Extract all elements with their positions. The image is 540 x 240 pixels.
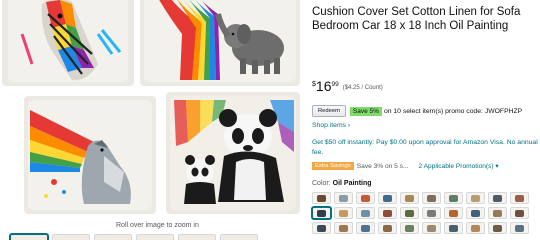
coupon-text: on 10 select item(s) promo code: JWOFPHZ…: [383, 107, 523, 115]
thumbnail[interactable]: [178, 234, 216, 240]
color-swatch[interactable]: [356, 207, 375, 219]
swatch-thumbnail: [317, 225, 326, 232]
swatch-thumbnail: [449, 210, 458, 217]
swatch-thumbnail: [339, 195, 348, 202]
color-swatch[interactable]: [444, 207, 463, 219]
color-swatch[interactable]: [510, 207, 529, 219]
color-swatch[interactable]: [378, 192, 397, 204]
product-title: Theme Outdoor Pillow Cover Ocean Animal …: [312, 0, 534, 32]
swatch-thumbnail: [493, 210, 502, 217]
swatch-thumbnail: [405, 225, 414, 232]
color-swatch[interactable]: [312, 207, 331, 219]
color-swatch[interactable]: [510, 192, 529, 204]
color-swatch[interactable]: [488, 192, 507, 204]
promotion-row: Extra Savings Save 3% on 5 s... 2 Applic…: [312, 162, 499, 170]
color-swatch[interactable]: [400, 192, 419, 204]
howling-wolf-pillow-image[interactable]: [24, 96, 156, 214]
applicable-promotions-link[interactable]: 2 Applicable Promotion(s) ▾: [418, 162, 498, 170]
coupon-row: Redeem Save 5% on 10 select item(s) prom…: [312, 105, 522, 117]
swatch-thumbnail: [449, 195, 458, 202]
product-info-panel: Theme Outdoor Pillow Cover Ocean Animal …: [308, 0, 540, 240]
swatch-thumbnail: [493, 225, 502, 232]
promotion-description: Save 3% on 5 s...: [356, 162, 409, 170]
price-per-count: ($4.25 / Count): [342, 85, 383, 91]
thumbnail[interactable]: [220, 234, 258, 240]
swatch-thumbnail: [383, 225, 392, 232]
visa-offer-link[interactable]: Get $50 off instantly: Pay $0.00 upon ap…: [312, 138, 538, 157]
swatch-thumbnail: [471, 210, 480, 217]
redeem-button[interactable]: Redeem: [312, 105, 346, 117]
swatch-thumbnail: [361, 225, 370, 232]
swatch-thumbnail: [515, 210, 524, 217]
thumbnail[interactable]: [94, 234, 132, 240]
color-swatch[interactable]: [312, 192, 331, 204]
color-label: Color:: [312, 180, 331, 187]
swatch-thumbnail: [405, 210, 414, 217]
color-swatch[interactable]: [466, 192, 485, 204]
swatch-thumbnail: [515, 195, 524, 202]
thumbnail[interactable]: [52, 234, 90, 240]
swatch-thumbnail: [515, 225, 524, 232]
color-swatch[interactable]: [312, 222, 331, 234]
color-swatch[interactable]: [356, 192, 375, 204]
color-swatch[interactable]: [444, 192, 463, 204]
price-fraction: 99: [331, 81, 339, 88]
zoom-hint-text: Roll over image to zoom in: [116, 222, 199, 229]
thumbnail-strip: [10, 234, 300, 240]
color-swatch[interactable]: [444, 222, 463, 234]
price-whole: 16: [315, 78, 332, 94]
price-block: $ 16 99 ($4.25 / Count): [312, 79, 383, 93]
color-value: Oil Painting: [332, 180, 372, 187]
color-swatch[interactable]: [466, 207, 485, 219]
swatch-thumbnail: [361, 195, 370, 202]
swatch-thumbnail: [383, 195, 392, 202]
shop-items-link[interactable]: Shop items ›: [312, 122, 350, 129]
color-swatch[interactable]: [488, 222, 507, 234]
panda-family-pillow-image[interactable]: [166, 92, 300, 214]
thumbnail[interactable]: [10, 234, 48, 240]
color-swatch[interactable]: [356, 222, 375, 234]
color-selection-label: Color: Oil Painting: [312, 180, 372, 187]
color-swatch-grid: [312, 192, 540, 234]
color-swatch[interactable]: [510, 222, 529, 234]
color-swatch[interactable]: [422, 207, 441, 219]
swatch-thumbnail: [471, 225, 480, 232]
color-swatch[interactable]: [378, 222, 397, 234]
color-swatch[interactable]: [422, 222, 441, 234]
swatch-thumbnail: [317, 210, 326, 217]
swatch-thumbnail: [471, 195, 480, 202]
elephant-rainbow-pillow-image[interactable]: [140, 0, 300, 86]
color-swatch[interactable]: [400, 222, 419, 234]
swatch-thumbnail: [405, 195, 414, 202]
color-swatch[interactable]: [488, 207, 507, 219]
color-swatch[interactable]: [466, 222, 485, 234]
swatch-thumbnail: [339, 225, 348, 232]
extra-savings-badge: Extra Savings: [312, 162, 354, 170]
swatch-thumbnail: [449, 225, 458, 232]
color-swatch[interactable]: [334, 222, 353, 234]
color-swatch[interactable]: [334, 207, 353, 219]
swatch-thumbnail: [427, 210, 436, 217]
color-swatch[interactable]: [378, 207, 397, 219]
save-percent-badge: Save 5%: [349, 106, 382, 116]
swatch-thumbnail: [339, 210, 348, 217]
swatch-thumbnail: [361, 210, 370, 217]
thumbnail[interactable]: [136, 234, 174, 240]
swatch-thumbnail: [317, 195, 326, 202]
swatch-thumbnail: [493, 195, 502, 202]
swatch-thumbnail: [427, 225, 436, 232]
swatch-thumbnail: [383, 210, 392, 217]
color-swatch[interactable]: [422, 192, 441, 204]
color-swatch[interactable]: [400, 207, 419, 219]
swatch-thumbnail: [427, 195, 436, 202]
product-image-gallery[interactable]: Roll over image to zoom in: [0, 0, 300, 240]
color-swatch[interactable]: [334, 192, 353, 204]
rainbow-zebra-pillow-image[interactable]: [2, 0, 134, 86]
